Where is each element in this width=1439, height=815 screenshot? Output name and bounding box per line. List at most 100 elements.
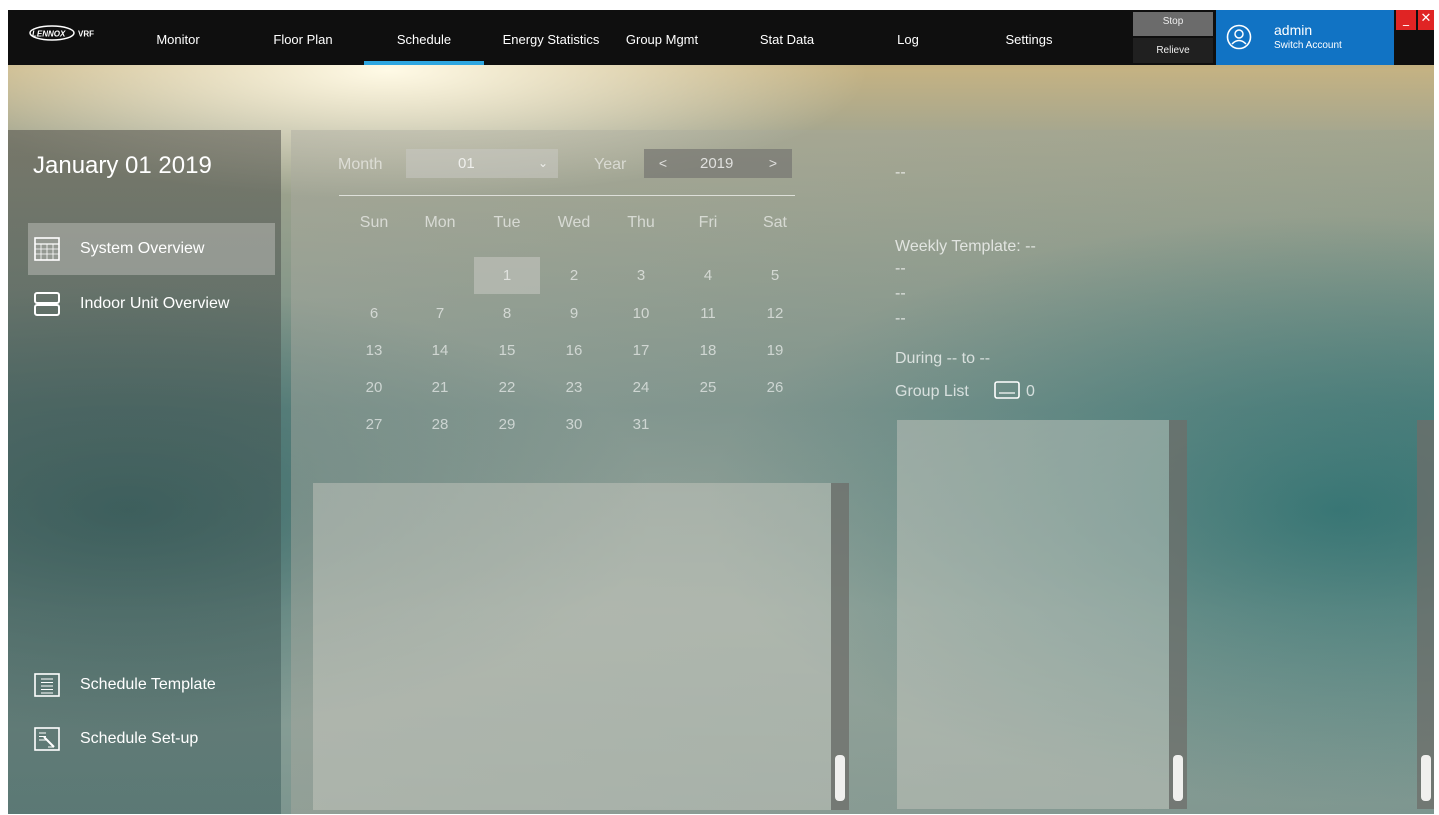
- right-panel-scroll-thumb[interactable]: [1421, 755, 1431, 801]
- year-stepper: < 2019 >: [644, 149, 792, 178]
- calendar-grid-icon: [34, 237, 60, 261]
- calendar-day-9[interactable]: 9: [541, 295, 607, 332]
- svg-text:VRF: VRF: [78, 30, 94, 39]
- calendar-day-7[interactable]: 7: [407, 295, 473, 332]
- sidebar-item-indoor-unit-overview[interactable]: Indoor Unit Overview: [28, 278, 275, 330]
- group-list-icon: [994, 381, 1020, 399]
- nav-floor-plan[interactable]: Floor Plan: [264, 10, 342, 65]
- weekday-label: Sat: [762, 214, 787, 231]
- calendar-day-3[interactable]: 3: [608, 257, 674, 294]
- calendar-day-12[interactable]: 12: [742, 295, 808, 332]
- detail-line-1: --: [895, 260, 906, 277]
- current-date-title: January 01 2019: [33, 152, 212, 179]
- nav-settings[interactable]: Settings: [994, 10, 1064, 65]
- calendar-day-23[interactable]: 23: [541, 369, 607, 406]
- right-panel-scrollbar[interactable]: [1417, 420, 1434, 809]
- calendar-day-10[interactable]: 10: [608, 295, 674, 332]
- list-document-icon: [34, 673, 60, 697]
- minimize-button[interactable]: _: [1396, 10, 1416, 30]
- sidebar-item-label: Indoor Unit Overview: [80, 295, 230, 312]
- calendar-day-21[interactable]: 21: [407, 369, 473, 406]
- nav-monitor[interactable]: Monitor: [143, 10, 213, 65]
- group-list-scroll-thumb[interactable]: [1173, 755, 1183, 801]
- nav-group-mgmt[interactable]: Group Mgmt: [618, 10, 706, 65]
- year-next-icon[interactable]: >: [764, 149, 782, 178]
- month-value: 01: [458, 155, 475, 172]
- switch-account-link[interactable]: Switch Account: [1274, 40, 1342, 51]
- calendar-day-6[interactable]: 6: [341, 295, 407, 332]
- calendar-day-16[interactable]: 16: [541, 332, 607, 369]
- sidebar-item-schedule-set-up[interactable]: Schedule Set-up: [28, 713, 275, 765]
- left-sidebar: January 01 2019 System Overview Indoor U…: [8, 130, 281, 814]
- nav-schedule[interactable]: Schedule: [364, 10, 484, 65]
- indoor-unit-icon: [34, 292, 60, 316]
- calendar-day-26[interactable]: 26: [742, 369, 808, 406]
- calendar-day-17[interactable]: 17: [608, 332, 674, 369]
- calendar-day-28[interactable]: 28: [407, 406, 473, 443]
- during-range-text: During -- to --: [895, 350, 991, 367]
- detail-header-text: --: [895, 164, 906, 181]
- calendar-day-19[interactable]: 19: [742, 332, 808, 369]
- schedule-main-panel: Month 01 ⌄ Year < 2019 > Sun Mon Tue Wed Thu…: [291, 130, 1434, 814]
- nav-energy-statistics[interactable]: Energy Statistics: [492, 10, 610, 65]
- calendar-day-1[interactable]: 1: [474, 257, 540, 294]
- stop-button[interactable]: Stop: [1133, 12, 1213, 36]
- calendar-day-24[interactable]: 24: [608, 369, 674, 406]
- group-list-scrollbar[interactable]: [1169, 420, 1187, 809]
- edit-document-icon: [34, 727, 60, 751]
- calendar-day-25[interactable]: 25: [675, 369, 741, 406]
- sidebar-item-label: System Overview: [80, 240, 205, 257]
- weekday-label: Thu: [627, 214, 655, 231]
- calendar-day-15[interactable]: 15: [474, 332, 540, 369]
- sidebar-item-label: Schedule Set-up: [80, 730, 199, 747]
- calendar-day-20[interactable]: 20: [341, 369, 407, 406]
- relieve-button[interactable]: Relieve: [1133, 38, 1213, 63]
- weekday-label: Wed: [557, 214, 591, 231]
- top-navigation-bar: LENNOX VRF Monitor Floor Plan Schedule E…: [8, 10, 1434, 65]
- calendar-day-4[interactable]: 4: [675, 257, 741, 294]
- calendar-day-14[interactable]: 14: [407, 332, 473, 369]
- weekday-label: Mon: [424, 214, 456, 231]
- month-select[interactable]: 01 ⌄: [406, 149, 558, 178]
- year-prev-icon[interactable]: <: [654, 149, 672, 178]
- detail-line-2: --: [895, 285, 906, 302]
- group-list-label: Group List: [895, 383, 969, 400]
- sidebar-item-label: Schedule Template: [80, 676, 216, 693]
- schedule-app-window: LENNOX VRF Monitor Floor Plan Schedule E…: [8, 10, 1434, 814]
- calendar-day-8[interactable]: 8: [474, 295, 540, 332]
- detail-line-3: --: [895, 310, 906, 327]
- schedule-event-list[interactable]: [313, 483, 831, 810]
- sidebar-item-schedule-template[interactable]: Schedule Template: [28, 659, 275, 711]
- calendar-day-31[interactable]: 31: [608, 406, 674, 443]
- calendar-day-18[interactable]: 18: [675, 332, 741, 369]
- nav-stat-data[interactable]: Stat Data: [752, 10, 822, 65]
- calendar-day-13[interactable]: 13: [341, 332, 407, 369]
- calendar-divider: [339, 195, 795, 196]
- weekly-template-text: Weekly Template: --: [895, 238, 1036, 255]
- calendar-day-30[interactable]: 30: [541, 406, 607, 443]
- event-list-scrollbar[interactable]: [831, 483, 849, 810]
- weekday-label: Sun: [359, 214, 389, 231]
- calendar-day-2[interactable]: 2: [541, 257, 607, 294]
- sidebar-item-system-overview[interactable]: System Overview: [28, 223, 275, 275]
- calendar-day-22[interactable]: 22: [474, 369, 540, 406]
- user-avatar-icon: [1226, 24, 1252, 50]
- user-name: admin: [1274, 22, 1313, 38]
- group-list-box[interactable]: [897, 420, 1169, 809]
- nav-log[interactable]: Log: [888, 10, 928, 65]
- close-button[interactable]: ✕: [1418, 10, 1434, 30]
- event-list-scroll-thumb[interactable]: [835, 755, 845, 801]
- year-label: Year: [594, 156, 627, 173]
- calendar-day-11[interactable]: 11: [675, 295, 741, 332]
- year-value: 2019: [700, 155, 734, 172]
- calendar-day-5[interactable]: 5: [742, 257, 808, 294]
- group-count: 0: [1026, 383, 1035, 400]
- user-account-box[interactable]: admin Switch Account: [1216, 10, 1394, 65]
- weekday-label: Fri: [698, 214, 718, 231]
- chevron-down-icon: ⌄: [537, 156, 548, 170]
- calendar-day-27[interactable]: 27: [341, 406, 407, 443]
- svg-text:LENNOX: LENNOX: [32, 30, 66, 39]
- weekday-label: Tue: [493, 214, 521, 231]
- calendar-day-29[interactable]: 29: [474, 406, 540, 443]
- lennox-vrf-logo: LENNOX VRF: [26, 24, 106, 42]
